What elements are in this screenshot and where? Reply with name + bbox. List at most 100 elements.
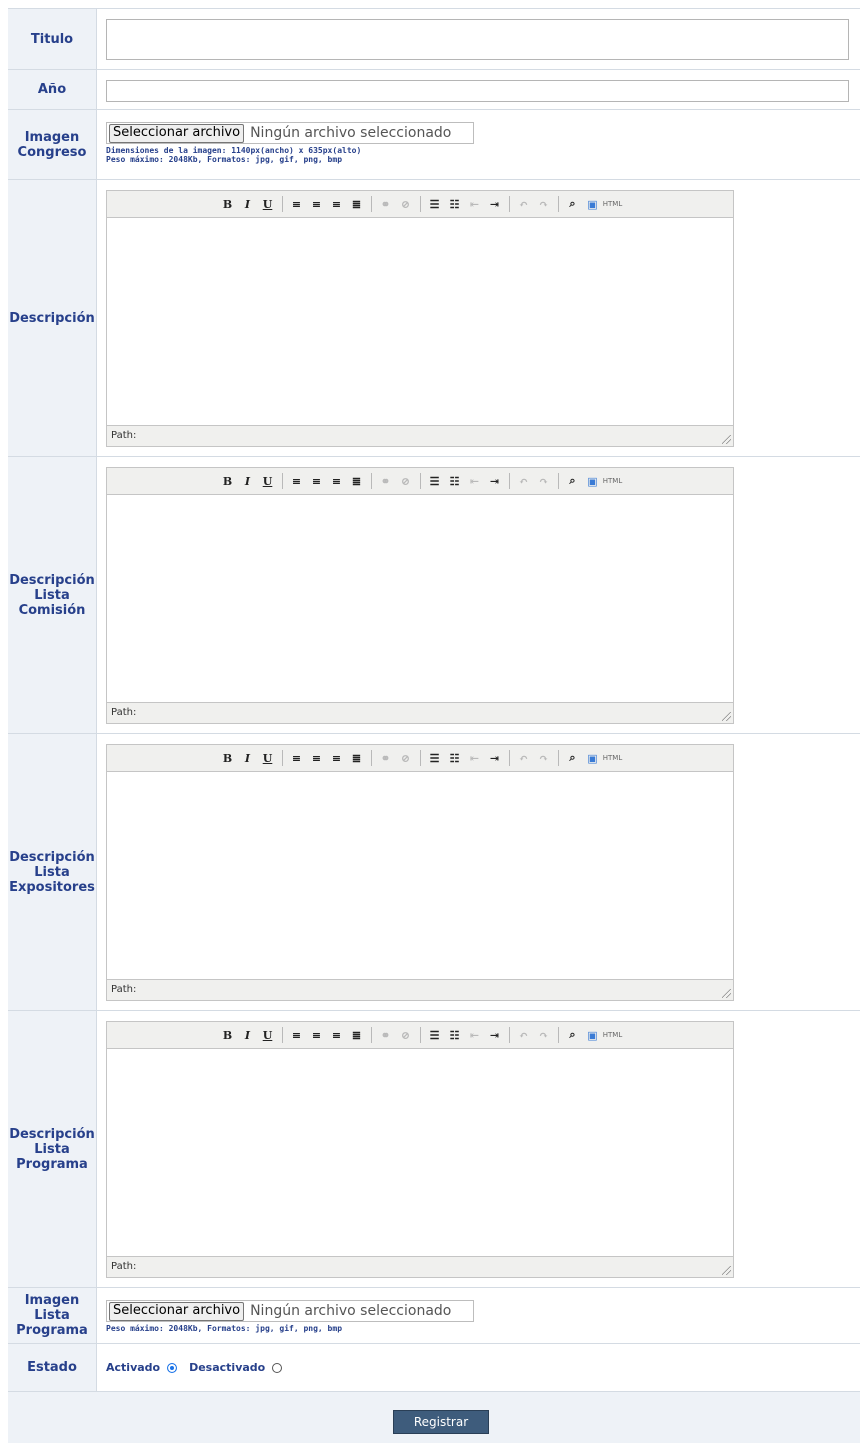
editor-content-area[interactable] [107,1049,733,1256]
image-icon[interactable]: ▣ [584,195,602,213]
italic-icon[interactable]: I [239,195,257,213]
editor-content-area[interactable] [107,495,733,702]
bullet-list-icon[interactable]: ☰ [426,749,444,767]
html-source-icon[interactable]: HTML [603,195,622,213]
resize-handle-icon[interactable] [722,1266,731,1275]
bold-icon[interactable]: B [219,1026,237,1044]
imagen-congreso-file-input[interactable]: Seleccionar archivo Ningún archivo selec… [106,122,474,144]
image-weight-hint: Peso máximo: 2048Kb, Formatos: jpg, gif,… [106,155,343,164]
activado-label: Activado [106,1361,161,1374]
align-justify-icon[interactable]: ≣ [348,749,366,767]
undo-icon[interactable]: ↶ [515,1026,533,1044]
align-right-icon[interactable]: ≡ [328,749,346,767]
resize-handle-icon[interactable] [722,435,731,444]
registrar-button[interactable]: Registrar [393,1410,489,1434]
bold-icon[interactable]: B [219,195,237,213]
titulo-textarea[interactable] [106,19,849,60]
align-right-icon[interactable]: ≡ [328,195,346,213]
link-icon[interactable]: ⚭ [377,749,395,767]
align-right-icon[interactable]: ≡ [328,472,346,490]
editor-content-area[interactable] [107,218,733,425]
search-icon[interactable]: ⌕ [564,749,582,767]
align-left-icon[interactable]: ≡ [288,195,306,213]
unlink-icon[interactable]: ⊘ [397,195,415,213]
bold-icon[interactable]: B [219,749,237,767]
numbered-list-icon[interactable]: ☷ [446,195,464,213]
underline-icon[interactable]: U [259,749,277,767]
undo-icon[interactable]: ↶ [515,749,533,767]
imagen-programa-file-input[interactable]: Seleccionar archivo Ningún archivo selec… [106,1300,474,1322]
estado-label: Estado [8,1344,97,1391]
toolbar-separator [557,1027,559,1043]
editor-content-area[interactable] [107,772,733,979]
unlink-icon[interactable]: ⊘ [397,749,415,767]
image-weight-hint: Peso máximo: 2048Kb, Formatos: jpg, gif,… [106,1324,343,1333]
image-icon[interactable]: ▣ [584,749,602,767]
resize-handle-icon[interactable] [722,712,731,721]
outdent-icon[interactable]: ⇤ [466,1026,484,1044]
outdent-icon[interactable]: ⇤ [466,749,484,767]
redo-icon[interactable]: ↷ [535,195,553,213]
redo-icon[interactable]: ↷ [535,749,553,767]
align-left-icon[interactable]: ≡ [288,472,306,490]
align-center-icon[interactable]: ≡ [308,749,326,767]
expositores-editor: B I U ≡ ≡ ≡ ≣ ⚭ ⊘ ☰ ☷ ⇤ ⇥ ↶ ↷ ⌕ ▣ HTML P… [106,744,734,1001]
toolbar-separator [508,750,510,766]
undo-icon[interactable]: ↶ [515,195,533,213]
align-justify-icon[interactable]: ≣ [348,472,366,490]
bullet-list-icon[interactable]: ☰ [426,472,444,490]
activado-radio[interactable] [167,1362,178,1373]
search-icon[interactable]: ⌕ [564,1026,582,1044]
indent-icon[interactable]: ⇥ [486,195,504,213]
image-icon[interactable]: ▣ [584,472,602,490]
link-icon[interactable]: ⚭ [377,195,395,213]
toolbar-separator [508,1027,510,1043]
indent-icon[interactable]: ⇥ [486,749,504,767]
undo-icon[interactable]: ↶ [515,472,533,490]
align-center-icon[interactable]: ≡ [308,195,326,213]
indent-icon[interactable]: ⇥ [486,472,504,490]
redo-icon[interactable]: ↷ [535,472,553,490]
align-left-icon[interactable]: ≡ [288,749,306,767]
align-justify-icon[interactable]: ≣ [348,195,366,213]
link-icon[interactable]: ⚭ [377,472,395,490]
align-right-icon[interactable]: ≡ [328,1026,346,1044]
resize-handle-icon[interactable] [722,989,731,998]
unlink-icon[interactable]: ⊘ [397,472,415,490]
indent-icon[interactable]: ⇥ [486,1026,504,1044]
html-source-icon[interactable]: HTML [603,472,622,490]
redo-icon[interactable]: ↷ [535,1026,553,1044]
unlink-icon[interactable]: ⊘ [397,1026,415,1044]
congress-form: Titulo Año Imagen Congreso Seleccionar a… [8,8,860,1443]
align-center-icon[interactable]: ≡ [308,1026,326,1044]
underline-icon[interactable]: U [259,1026,277,1044]
align-center-icon[interactable]: ≡ [308,472,326,490]
image-icon[interactable]: ▣ [584,1026,602,1044]
underline-icon[interactable]: U [259,472,277,490]
outdent-icon[interactable]: ⇤ [466,472,484,490]
desactivado-radio[interactable] [272,1362,283,1373]
bullet-list-icon[interactable]: ☰ [426,1026,444,1044]
bold-icon[interactable]: B [219,472,237,490]
outdent-icon[interactable]: ⇤ [466,195,484,213]
italic-icon[interactable]: I [239,1026,257,1044]
numbered-list-icon[interactable]: ☷ [446,1026,464,1044]
choose-file-button[interactable]: Seleccionar archivo [109,123,245,143]
link-icon[interactable]: ⚭ [377,1026,395,1044]
html-source-icon[interactable]: HTML [603,749,622,767]
row-desc-expositores: Descripción Lista Expositores B I U ≡ ≡ … [8,734,860,1011]
html-source-icon[interactable]: HTML [603,1026,622,1044]
underline-icon[interactable]: U [259,195,277,213]
align-left-icon[interactable]: ≡ [288,1026,306,1044]
no-file-text: Ningún archivo seleccionado [250,125,452,141]
numbered-list-icon[interactable]: ☷ [446,472,464,490]
align-justify-icon[interactable]: ≣ [348,1026,366,1044]
anio-textarea[interactable] [106,80,849,102]
search-icon[interactable]: ⌕ [564,472,582,490]
italic-icon[interactable]: I [239,749,257,767]
choose-file-button[interactable]: Seleccionar archivo [109,1301,245,1321]
italic-icon[interactable]: I [239,472,257,490]
numbered-list-icon[interactable]: ☷ [446,749,464,767]
search-icon[interactable]: ⌕ [564,195,582,213]
bullet-list-icon[interactable]: ☰ [426,195,444,213]
